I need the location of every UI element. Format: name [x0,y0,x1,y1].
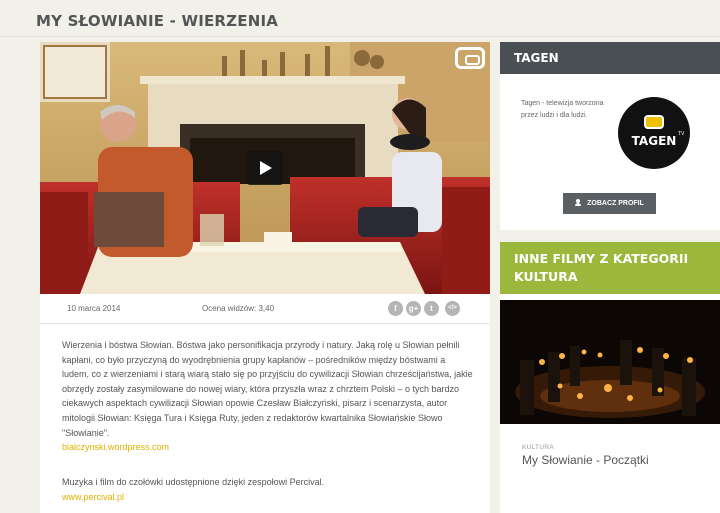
related-heading: INNE FILMY Z KATEGORII KULTURA [500,242,720,294]
facebook-icon[interactable]: f [388,301,403,316]
author-link[interactable]: bialczynski.wordpress.com [62,442,169,452]
video-meta-bar: 10 marca 2014 Ocena widzów: 3,40 f g+ t … [40,294,490,324]
channel-description: Tagen - telewizja tworzona przez ludzi i… [521,100,604,119]
tagen-logo-sup: TV [678,131,685,137]
percival-link[interactable]: www.percival.pl [62,492,124,502]
twitter-icon[interactable]: t [424,301,439,316]
related-film-title[interactable]: My Słowianie - Początki [522,453,649,467]
page-title: MY SŁOWIANIE - WIERZENIA [36,12,279,30]
tv-icon [644,115,664,129]
play-button[interactable] [247,151,283,185]
google-plus-icon[interactable]: g+ [406,301,421,316]
channel-heading: TAGEN [500,42,720,74]
main-content: 10 marca 2014 Ocena widzów: 3,40 f g+ t … [40,42,490,513]
tv-logo-icon [455,47,485,69]
title-divider [0,36,720,37]
video-description: Wierzenia i bóstwa Słowian. Bóstwa jako … [62,338,474,455]
related-film-thumbnail[interactable] [500,300,720,424]
description-text: Wierzenia i bóstwa Słowian. Bóstwa jako … [62,340,473,438]
view-profile-label: ZOBACZ PROFIL [587,200,644,207]
view-profile-button[interactable]: ZOBACZ PROFIL [563,193,656,214]
video-date: 10 marca 2014 [67,304,121,313]
video-rating: Ocena widzów: 3,40 [202,304,275,313]
credits: Muzyka i film do czołówki udostępnione d… [62,475,474,504]
video-player[interactable] [40,42,490,294]
user-icon [575,199,582,206]
related-films-box: INNE FILMY Z KATEGORII KULTURA KULTURA M… [500,242,720,513]
channel-box: TAGEN Tagen - telewizja tworzona przez l… [500,42,720,230]
tagen-logo[interactable]: TAGEN TV [618,97,690,169]
credits-text: Muzyka i film do czołówki udostępnione d… [62,477,325,487]
related-film-category: KULTURA [522,444,554,451]
embed-icon[interactable]: </> [445,301,460,316]
